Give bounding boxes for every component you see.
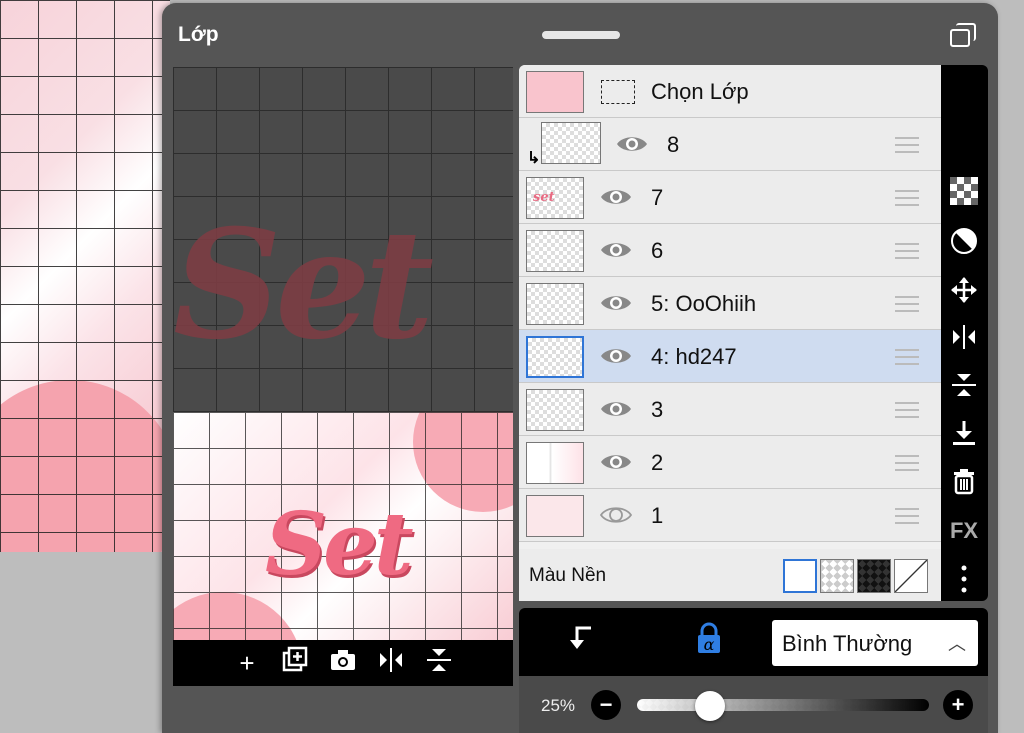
selection-icon [601,80,635,104]
panel-title: Lớp [178,23,219,46]
layer-name: 4: hd247 [651,344,737,369]
eye-icon[interactable] [599,344,633,368]
opacity-bar: 25% − + [519,676,988,733]
layer-row[interactable]: ↳ 8 [519,118,941,171]
layer-name: 3 [651,397,664,422]
layer-side-toolbar: FX [941,65,988,601]
windows-icon[interactable] [950,23,978,49]
drag-handle-icon[interactable] [895,137,919,153]
select-layer-row[interactable]: Chọn Lớp [519,65,941,118]
swatch-dark-checker[interactable] [857,559,891,593]
drag-handle-icon[interactable] [895,508,919,524]
layer-row[interactable]: 5: OoOhiih [519,277,941,330]
drag-handle-icon[interactable] [895,296,919,312]
flip-vertical-icon[interactable] [424,646,454,680]
swatch-light-checker[interactable] [820,559,854,593]
eye-hidden-icon[interactable] [599,503,633,527]
opacity-slider[interactable] [637,699,929,711]
preview-toolbar: + [173,640,513,686]
layer-thumbnail [526,442,584,484]
select-layer-thumbnail [526,71,584,113]
drag-handle-icon[interactable] [895,243,919,259]
adjust-icon[interactable] [948,227,980,259]
background-color-row: Màu Nền [519,549,941,601]
clipping-toggle-icon[interactable] [561,622,601,662]
drag-handle-icon[interactable] [895,402,919,418]
preview-dark-text: Set [173,197,434,373]
panel-drag-handle[interactable] [542,31,620,39]
merge-down-icon[interactable] [948,419,980,451]
layer-thumbnail [541,122,601,164]
layer-row[interactable]: 1 [519,489,941,542]
select-layer-label: Chọn Lớp [651,79,749,104]
layer-thumbnail: set [526,177,584,219]
checkerboard-icon[interactable] [948,177,980,209]
layer-row[interactable]: 2 [519,436,941,489]
layers-panel: Lớp Set Set + Chọn Lớp ↳ 8 set 7 6 5: Oo… [162,3,998,733]
layer-row[interactable]: 6 [519,224,941,277]
trash-icon[interactable] [948,467,980,499]
drag-handle-icon[interactable] [895,455,919,471]
blend-mode-value: Bình Thường [782,631,913,656]
add-layer-icon[interactable]: + [232,648,262,678]
swatch-transparent[interactable] [894,559,928,593]
layer-name: 6 [651,238,664,263]
background-canvas [0,0,170,552]
layer-list: Chọn Lớp ↳ 8 set 7 6 5: OoOhiih 4: hd247… [519,65,941,601]
layer-name: 7 [651,185,664,210]
layer-row-selected[interactable]: 4: hd247 [519,330,941,383]
fx-icon[interactable]: FX [948,515,980,547]
chevron-up-icon: ︿ [948,634,966,654]
drag-handle-icon[interactable] [895,349,919,365]
flip-horizontal-icon[interactable] [376,646,406,680]
eye-icon[interactable] [599,238,633,262]
layer-thumbnail [526,230,584,272]
eye-icon[interactable] [599,450,633,474]
decrease-opacity-button[interactable]: − [591,690,621,720]
eye-icon[interactable] [599,291,633,315]
layer-preview: Set Set + [173,67,513,686]
background-color-label: Màu Nền [529,565,607,586]
preview-pink-text: Set [265,494,414,595]
layer-name: 1 [651,503,664,528]
flip-horizontal-icon[interactable] [948,323,980,355]
opacity-slider-handle[interactable] [695,691,725,721]
layer-name: 5: OoOhiih [651,291,757,316]
opacity-value: 25% [541,696,576,715]
svg-text:α: α [704,635,715,654]
blend-mode-bar: α Bình Thường ︿ [519,608,988,676]
blend-mode-select[interactable]: Bình Thường ︿ [772,620,978,666]
eye-icon[interactable] [599,185,633,209]
preview-layer-view: Set [173,67,513,412]
more-icon[interactable] [948,563,980,595]
duplicate-layer-icon[interactable] [280,646,310,680]
increase-opacity-button[interactable]: + [943,690,973,720]
swatch-white[interactable] [783,559,817,593]
layer-name: 8 [667,132,680,157]
layer-thumbnail [526,389,584,431]
layer-thumbnail [526,495,584,537]
layer-thumbnail [526,283,584,325]
layer-name: 2 [651,450,664,475]
layer-thumbnail [526,336,584,378]
layer-row[interactable]: 3 [519,383,941,436]
eye-icon[interactable] [615,132,649,156]
clipping-icon: ↳ [527,150,541,167]
drag-handle-icon[interactable] [895,190,919,206]
camera-icon[interactable] [328,646,358,680]
layer-row[interactable]: set 7 [519,171,941,224]
eye-icon[interactable] [599,397,633,421]
flip-vertical-icon[interactable] [948,371,980,403]
move-icon[interactable] [948,276,980,308]
alpha-lock-icon[interactable]: α [689,622,729,662]
